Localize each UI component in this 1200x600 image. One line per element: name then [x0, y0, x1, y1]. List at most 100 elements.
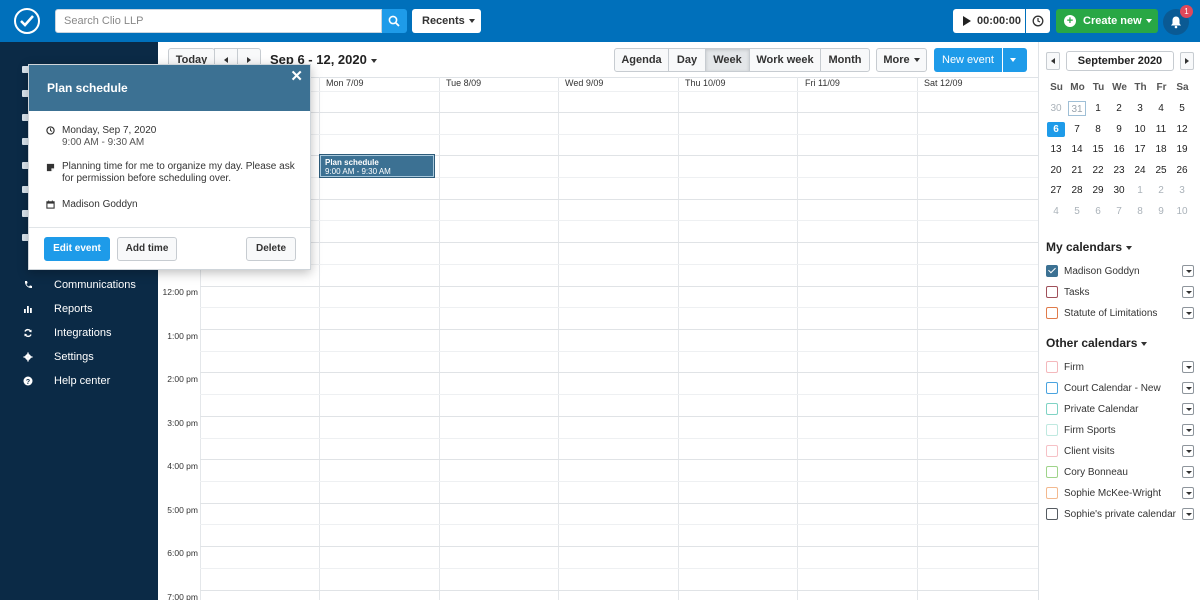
mini-calendar-day[interactable]: 28: [1068, 183, 1086, 198]
calendar-options-dropdown-icon[interactable]: [1182, 286, 1194, 298]
calendar-item[interactable]: Firm Sports: [1046, 424, 1196, 438]
view-agenda-button[interactable]: Agenda: [614, 48, 669, 72]
mini-calendar-day[interactable]: 17: [1131, 142, 1149, 157]
other-calendars-heading[interactable]: Other calendars: [1046, 336, 1148, 350]
calendar-options-dropdown-icon[interactable]: [1182, 487, 1194, 499]
calendar-checkbox[interactable]: [1046, 382, 1058, 394]
calendar-checkbox[interactable]: [1046, 286, 1058, 298]
mini-calendar-day[interactable]: 2: [1110, 101, 1128, 116]
day-header-thu[interactable]: Thu 10/09: [685, 78, 726, 88]
view-work-week-button[interactable]: Work week: [749, 48, 821, 72]
view-month-button[interactable]: Month: [820, 48, 870, 72]
mini-calendar-day[interactable]: 19: [1173, 142, 1191, 157]
close-icon[interactable]: ✕: [290, 69, 303, 84]
calendar-item[interactable]: Tasks: [1046, 286, 1196, 300]
mini-calendar-day[interactable]: 7: [1110, 204, 1128, 219]
mini-calendar-day[interactable]: 27: [1047, 183, 1065, 198]
calendar-checkbox[interactable]: [1046, 424, 1058, 436]
timer-button[interactable]: 00:00:00: [953, 9, 1025, 33]
edit-event-button[interactable]: Edit event: [44, 237, 110, 261]
mini-calendar-day[interactable]: 3: [1131, 101, 1149, 116]
calendar-event[interactable]: Plan schedule 9:00 AM - 9:30 AM: [319, 154, 435, 178]
mini-calendar-day[interactable]: 25: [1152, 163, 1170, 178]
calendar-options-dropdown-icon[interactable]: [1182, 508, 1194, 520]
day-header-mon[interactable]: Mon 7/09: [326, 78, 364, 88]
timer-history-button[interactable]: [1026, 9, 1050, 33]
calendar-item[interactable]: Statute of Limitations: [1046, 307, 1196, 321]
new-event-dropdown-button[interactable]: [1003, 48, 1027, 72]
mini-calendar-day[interactable]: 12: [1173, 122, 1191, 137]
calendar-item[interactable]: Firm: [1046, 361, 1196, 375]
day-header-tue[interactable]: Tue 8/09: [446, 78, 481, 88]
calendar-item[interactable]: Cory Bonneau: [1046, 466, 1196, 480]
recents-dropdown[interactable]: Recents: [412, 9, 481, 33]
mini-calendar-day[interactable]: 2: [1152, 183, 1170, 198]
sidebar-item-communications[interactable]: Communications: [0, 273, 158, 297]
add-time-button[interactable]: Add time: [117, 237, 177, 261]
mini-calendar-day[interactable]: 9: [1152, 204, 1170, 219]
clio-logo-icon[interactable]: [14, 8, 40, 34]
calendar-checkbox[interactable]: [1046, 487, 1058, 499]
mini-calendar-day[interactable]: 3: [1173, 183, 1191, 198]
create-new-button[interactable]: + Create new: [1056, 9, 1158, 33]
mini-calendar-day[interactable]: 29: [1089, 183, 1107, 198]
mini-calendar-day[interactable]: 10: [1131, 122, 1149, 137]
calendar-item[interactable]: Court Calendar - New: [1046, 382, 1196, 396]
mini-calendar-prev-button[interactable]: [1046, 52, 1060, 70]
mini-calendar-day[interactable]: 30: [1047, 101, 1065, 116]
calendar-checkbox[interactable]: [1046, 466, 1058, 478]
sidebar-item-reports[interactable]: Reports: [0, 297, 158, 321]
sidebar-item-settings[interactable]: Settings: [0, 345, 158, 369]
calendar-item[interactable]: Madison Goddyn: [1046, 265, 1196, 279]
mini-calendar-day[interactable]: 18: [1152, 142, 1170, 157]
calendar-options-dropdown-icon[interactable]: [1182, 382, 1194, 394]
mini-calendar-day[interactable]: 26: [1173, 163, 1191, 178]
mini-calendar-day[interactable]: 8: [1131, 204, 1149, 219]
delete-button[interactable]: Delete: [246, 237, 296, 261]
calendar-options-dropdown-icon[interactable]: [1182, 307, 1194, 319]
mini-calendar-day[interactable]: 13: [1047, 142, 1065, 157]
calendar-options-dropdown-icon[interactable]: [1182, 265, 1194, 277]
mini-calendar-day[interactable]: 9: [1110, 122, 1128, 137]
view-week-button[interactable]: Week: [705, 48, 750, 72]
calendar-checkbox[interactable]: [1046, 403, 1058, 415]
mini-calendar-day[interactable]: 20: [1047, 163, 1065, 178]
mini-calendar-day[interactable]: 4: [1152, 101, 1170, 116]
mini-calendar-day[interactable]: 5: [1173, 101, 1191, 116]
mini-calendar-day[interactable]: 31: [1068, 101, 1086, 116]
mini-calendar-day[interactable]: 11: [1152, 122, 1170, 137]
mini-calendar-day[interactable]: 1: [1089, 101, 1107, 116]
sidebar-item-help-center[interactable]: ? Help center: [0, 369, 158, 393]
mini-calendar-day[interactable]: 23: [1110, 163, 1128, 178]
mini-calendar-day[interactable]: 24: [1131, 163, 1149, 178]
mini-calendar-day[interactable]: 21: [1068, 163, 1086, 178]
mini-calendar-day[interactable]: 10: [1173, 204, 1191, 219]
calendar-options-dropdown-icon[interactable]: [1182, 403, 1194, 415]
calendar-options-dropdown-icon[interactable]: [1182, 424, 1194, 436]
new-event-button[interactable]: New event: [934, 48, 1002, 72]
calendar-checkbox[interactable]: [1046, 265, 1058, 277]
calendar-item[interactable]: Sophie McKee-Wright: [1046, 487, 1196, 501]
calendar-options-dropdown-icon[interactable]: [1182, 361, 1194, 373]
calendar-options-dropdown-icon[interactable]: [1182, 466, 1194, 478]
day-header-wed[interactable]: Wed 9/09: [565, 78, 603, 88]
mini-calendar-day[interactable]: 4: [1047, 204, 1065, 219]
mini-calendar-day[interactable]: 15: [1089, 142, 1107, 157]
day-header-sat[interactable]: Sat 12/09: [924, 78, 963, 88]
mini-calendar-day[interactable]: 7: [1068, 122, 1086, 137]
more-views-button[interactable]: More: [876, 48, 927, 72]
mini-calendar-day[interactable]: 30: [1110, 183, 1128, 198]
mini-calendar-next-button[interactable]: [1180, 52, 1194, 70]
mini-calendar-day[interactable]: 14: [1068, 142, 1086, 157]
mini-calendar-day[interactable]: 16: [1110, 142, 1128, 157]
mini-calendar-day[interactable]: 22: [1089, 163, 1107, 178]
view-day-button[interactable]: Day: [668, 48, 706, 72]
calendar-checkbox[interactable]: [1046, 445, 1058, 457]
mini-calendar-month[interactable]: September 2020: [1066, 51, 1174, 71]
mini-calendar-day[interactable]: 5: [1068, 204, 1086, 219]
search-input[interactable]: Search Clio LLP: [55, 9, 382, 33]
search-button[interactable]: [382, 9, 407, 33]
calendar-checkbox[interactable]: [1046, 508, 1058, 520]
mini-calendar-day[interactable]: 6: [1047, 121, 1065, 137]
calendar-checkbox[interactable]: [1046, 307, 1058, 319]
